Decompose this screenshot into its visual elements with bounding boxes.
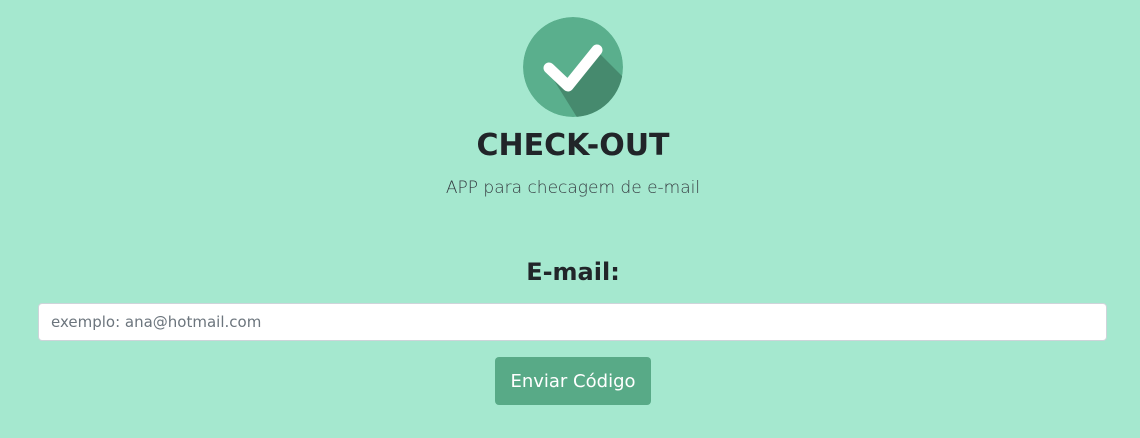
app-title: CHECK-OUT xyxy=(476,128,670,163)
checkout-page: CHECK-OUT APP para checagem de e-mail E-… xyxy=(0,0,1140,438)
email-label: E-mail: xyxy=(526,258,620,286)
check-circle-icon xyxy=(523,17,623,117)
send-code-button[interactable]: Enviar Código xyxy=(495,357,651,405)
app-subtitle: APP para checagem de e-mail xyxy=(445,178,701,198)
email-input[interactable] xyxy=(38,303,1107,341)
